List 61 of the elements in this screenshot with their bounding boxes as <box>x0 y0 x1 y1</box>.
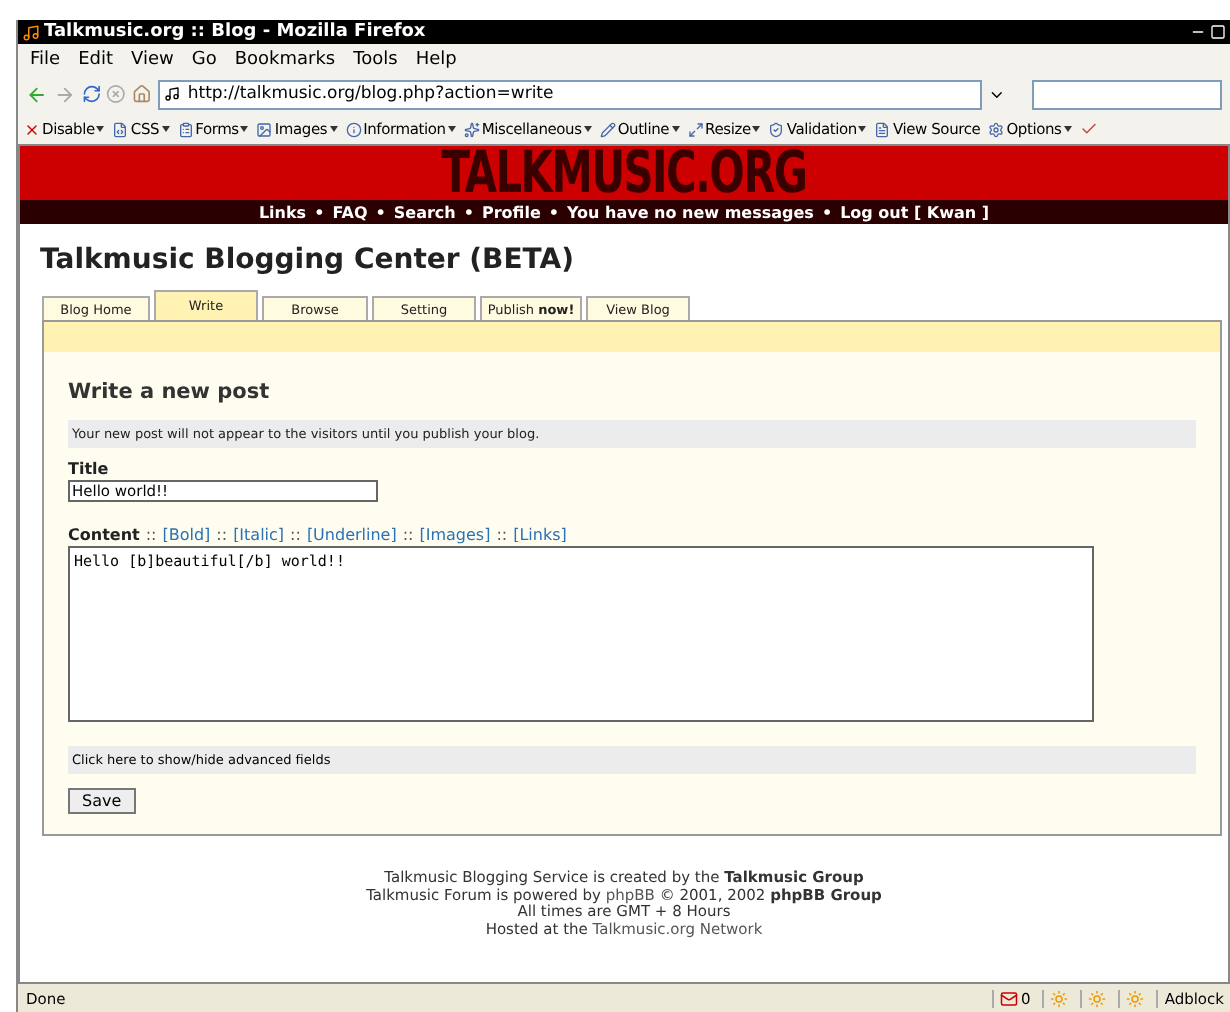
clipboard-icon <box>177 121 194 137</box>
page-title: Talkmusic Blogging Center (BETA) <box>40 244 576 276</box>
page-icon <box>163 86 180 102</box>
separator: • <box>375 203 386 221</box>
shield-icon <box>768 121 785 137</box>
resize-icon <box>687 121 704 137</box>
separator: • <box>548 203 559 221</box>
separator: :: <box>496 526 508 544</box>
field-label: Content <box>68 526 140 544</box>
maximize-icon[interactable] <box>1210 24 1226 40</box>
nav-link[interactable]: Log out [ Kwan ] <box>840 203 990 221</box>
forward-icon[interactable] <box>53 83 75 105</box>
separator: :: <box>145 526 157 544</box>
format-link[interactable]: [Underline] <box>306 526 397 544</box>
section-heading: Write a new post <box>68 380 272 404</box>
close-icon <box>24 121 40 137</box>
code-file-icon <box>112 121 129 137</box>
separator: • <box>463 203 474 221</box>
home-icon[interactable] <box>132 84 152 104</box>
field-label: Title <box>68 460 111 478</box>
sparkle-icon <box>463 121 480 137</box>
format-link[interactable]: [Bold] <box>162 526 211 544</box>
weather-icon[interactable] <box>1050 989 1069 1007</box>
nav-link[interactable]: You have no new messages <box>567 203 814 221</box>
nav-link[interactable]: Links <box>258 203 307 221</box>
menu-item[interactable]: View <box>131 49 174 69</box>
weather-icon[interactable] <box>1126 989 1145 1007</box>
stop-icon[interactable] <box>106 84 127 104</box>
menu-item[interactable]: File <box>30 49 61 69</box>
format-link[interactable]: [Italic] <box>233 526 285 544</box>
mail-icon[interactable] <box>999 989 1018 1007</box>
address-field[interactable]: http://talkmusic.org/blog.php?action=write <box>157 79 983 109</box>
image-icon <box>256 121 273 137</box>
menu-item[interactable]: Bookmarks <box>234 49 336 69</box>
format-link[interactable]: [Links] <box>513 526 567 544</box>
menu-item[interactable]: Help <box>415 49 457 69</box>
separator: • <box>314 203 325 221</box>
menu-item[interactable]: Edit <box>78 49 113 69</box>
check-icon[interactable] <box>1079 120 1098 138</box>
document-icon <box>874 121 891 137</box>
menu-item[interactable]: Go <box>191 49 217 69</box>
weather-icon[interactable] <box>1088 989 1107 1007</box>
settings-icon <box>988 121 1005 137</box>
separator: :: <box>290 526 301 544</box>
app-icon <box>22 23 40 41</box>
save-button[interactable]: Save <box>68 788 136 814</box>
window-title: Talkmusic.org :: Blog - Mozilla Firefox <box>44 22 428 42</box>
nav-link[interactable]: Search <box>393 203 456 221</box>
nav-link[interactable]: Profile <box>481 203 541 221</box>
info-icon <box>345 121 362 137</box>
separator: • <box>821 203 833 221</box>
reload-icon[interactable] <box>81 84 101 104</box>
menu-item[interactable]: Tools <box>353 49 398 69</box>
separator: :: <box>402 526 414 544</box>
format-link[interactable]: [Images] <box>419 526 491 544</box>
site-logo: TALKMUSIC.ORG <box>441 146 807 200</box>
nav-link[interactable]: FAQ <box>332 203 368 221</box>
pencil-icon <box>599 121 616 137</box>
separator: :: <box>216 526 228 544</box>
search-field[interactable] <box>1032 79 1223 109</box>
back-icon[interactable] <box>26 83 48 105</box>
